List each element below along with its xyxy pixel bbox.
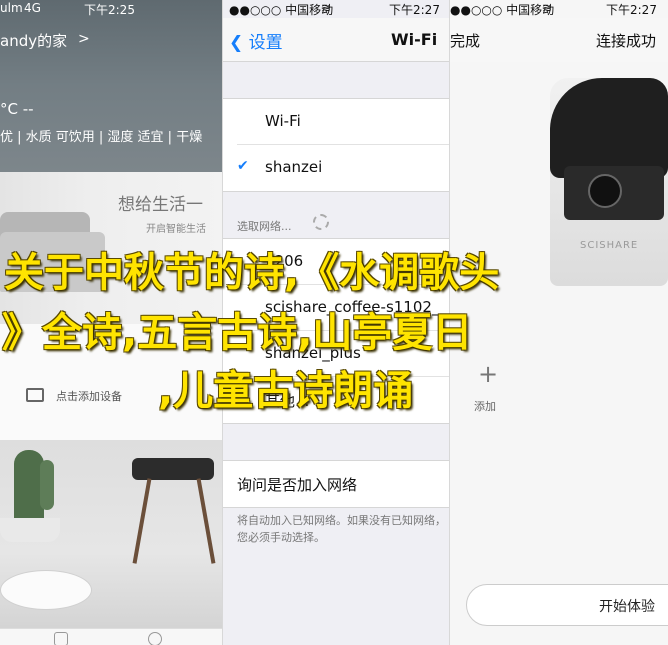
network-row[interactable]: scishare_coffee-s1102_ — [237, 285, 449, 331]
ask-join-label: 询问是否加入网络 — [237, 476, 358, 494]
checkmark-icon: ✔ — [237, 158, 249, 174]
room-banner[interactable]: 想给生活一 开启智能生活 — [0, 172, 222, 324]
device-brand: SCISHARE — [580, 240, 639, 251]
banner-title: 想给生活一 — [118, 195, 203, 215]
loading-spinner-icon — [313, 214, 329, 230]
chair-leg — [132, 478, 152, 564]
ask-join-note: 将自动加入已知网络。如果没有已知网络，您必须手动选择。 — [237, 514, 446, 544]
start-experience-button[interactable]: 开始体验 — [466, 584, 668, 626]
network-row[interactable]: shanzei_plus — [237, 331, 449, 377]
wifi-toggle-row[interactable]: Wi-Fi — [237, 99, 449, 145]
location-icon[interactable] — [148, 632, 162, 645]
home-title[interactable]: andy的家 — [0, 30, 67, 51]
ask-join-row[interactable]: 询问是否加入网络 — [237, 461, 449, 507]
carrier-label: ●●○○○ 中国移动 — [450, 3, 555, 17]
chevron-left-icon: ❮ — [229, 33, 244, 53]
plus-icon[interactable]: + — [478, 360, 498, 388]
temperature-readout: °C -- — [0, 100, 34, 118]
navigation-bar: ❮ 设置 Wi-Fi — [223, 18, 449, 62]
network-list: 1206 scishare_coffee-s1102_ shanzei_plus… — [223, 238, 449, 424]
status-time: 下午2:25 — [84, 3, 135, 17]
air-quality-info: 优 | 水质 可饮用 | 湿度 适宜 | 干燥 — [0, 130, 203, 145]
chair-image — [132, 458, 214, 480]
wifi-status-icon: ≋ — [542, 1, 553, 15]
device-knob — [588, 174, 622, 208]
carrier-label: ●●○○○ 中国移动 — [229, 3, 334, 17]
back-button[interactable]: ❮ 设置 — [229, 28, 283, 53]
add-device-row[interactable]: 点击添加设备 — [0, 324, 222, 440]
home-screen: ulm 4G 下午2:25 andy的家 > °C -- 优 | 水质 可饮用 … — [0, 0, 222, 645]
network-name: 其他... — [265, 392, 310, 410]
device-top — [550, 78, 668, 178]
wifi-status-icon: ≋ — [321, 1, 332, 15]
status-bar: ●●○○○ 中国移动 ≋ 下午2:27 — [223, 0, 449, 18]
add-label: 添加 — [474, 400, 496, 413]
device-image: SCISHARE — [550, 78, 668, 286]
wifi-settings-screen: ●●○○○ 中国移动 ≋ 下午2:27 ❮ 设置 Wi-Fi Wi-Fi ✔ s… — [222, 0, 450, 645]
connected-network-name: shanzei — [265, 158, 323, 176]
done-button[interactable]: 完成 — [450, 30, 480, 51]
device-add-icon — [26, 388, 44, 402]
cactus-branch-image — [40, 460, 54, 510]
status-bar: ulm 4G 下午2:25 — [0, 0, 222, 18]
wifi-label: Wi-Fi — [265, 112, 301, 130]
other-network-row[interactable]: 其他... — [237, 377, 449, 423]
page-title: Wi-Fi — [391, 30, 438, 49]
chevron-right-icon[interactable]: > — [78, 31, 90, 47]
back-label: 设置 — [248, 33, 283, 53]
living-room-photo — [0, 440, 222, 628]
plant-pot-image — [0, 518, 60, 542]
store-icon[interactable] — [54, 632, 68, 645]
sofa-seat-image — [0, 232, 105, 292]
chair-leg — [196, 478, 216, 564]
network-row[interactable]: 1206 — [237, 239, 449, 285]
choose-network-header: 选取网络... — [237, 220, 292, 233]
connection-success-screen: ●●○○○ 中国移动 ≋ 下午2:27 完成 连接成功 SCISHARE + 添… — [450, 0, 668, 645]
carrier-label: 4G — [24, 1, 41, 15]
network-name: scishare_coffee-s1102_ — [265, 298, 440, 316]
status-time: 下午2:27 — [389, 3, 440, 17]
start-experience-label: 开始体验 — [599, 599, 655, 615]
add-device-label: 点击添加设备 — [56, 390, 122, 403]
network-name: 1206 — [265, 252, 304, 270]
robot-vacuum-image — [0, 570, 92, 610]
tab-bar — [0, 628, 222, 645]
connected-network-row[interactable]: ✔ shanzei — [237, 145, 449, 191]
wifi-group: Wi-Fi ✔ shanzei — [223, 98, 449, 192]
signal-indicator: ulm — [0, 1, 23, 15]
status-bar: ●●○○○ 中国移动 ≋ 下午2:27 — [450, 0, 668, 18]
home-hero: ulm 4G 下午2:25 andy的家 > °C -- 优 | 水质 可饮用 … — [0, 0, 222, 172]
page-title: 连接成功 — [596, 32, 657, 50]
banner-subtitle: 开启智能生活 — [146, 224, 206, 235]
status-time: 下午2:27 — [606, 3, 657, 17]
ask-join-group: 询问是否加入网络 — [223, 460, 449, 508]
navigation-bar: 完成 连接成功 — [450, 18, 668, 62]
network-name: shanzei_plus — [265, 344, 361, 362]
